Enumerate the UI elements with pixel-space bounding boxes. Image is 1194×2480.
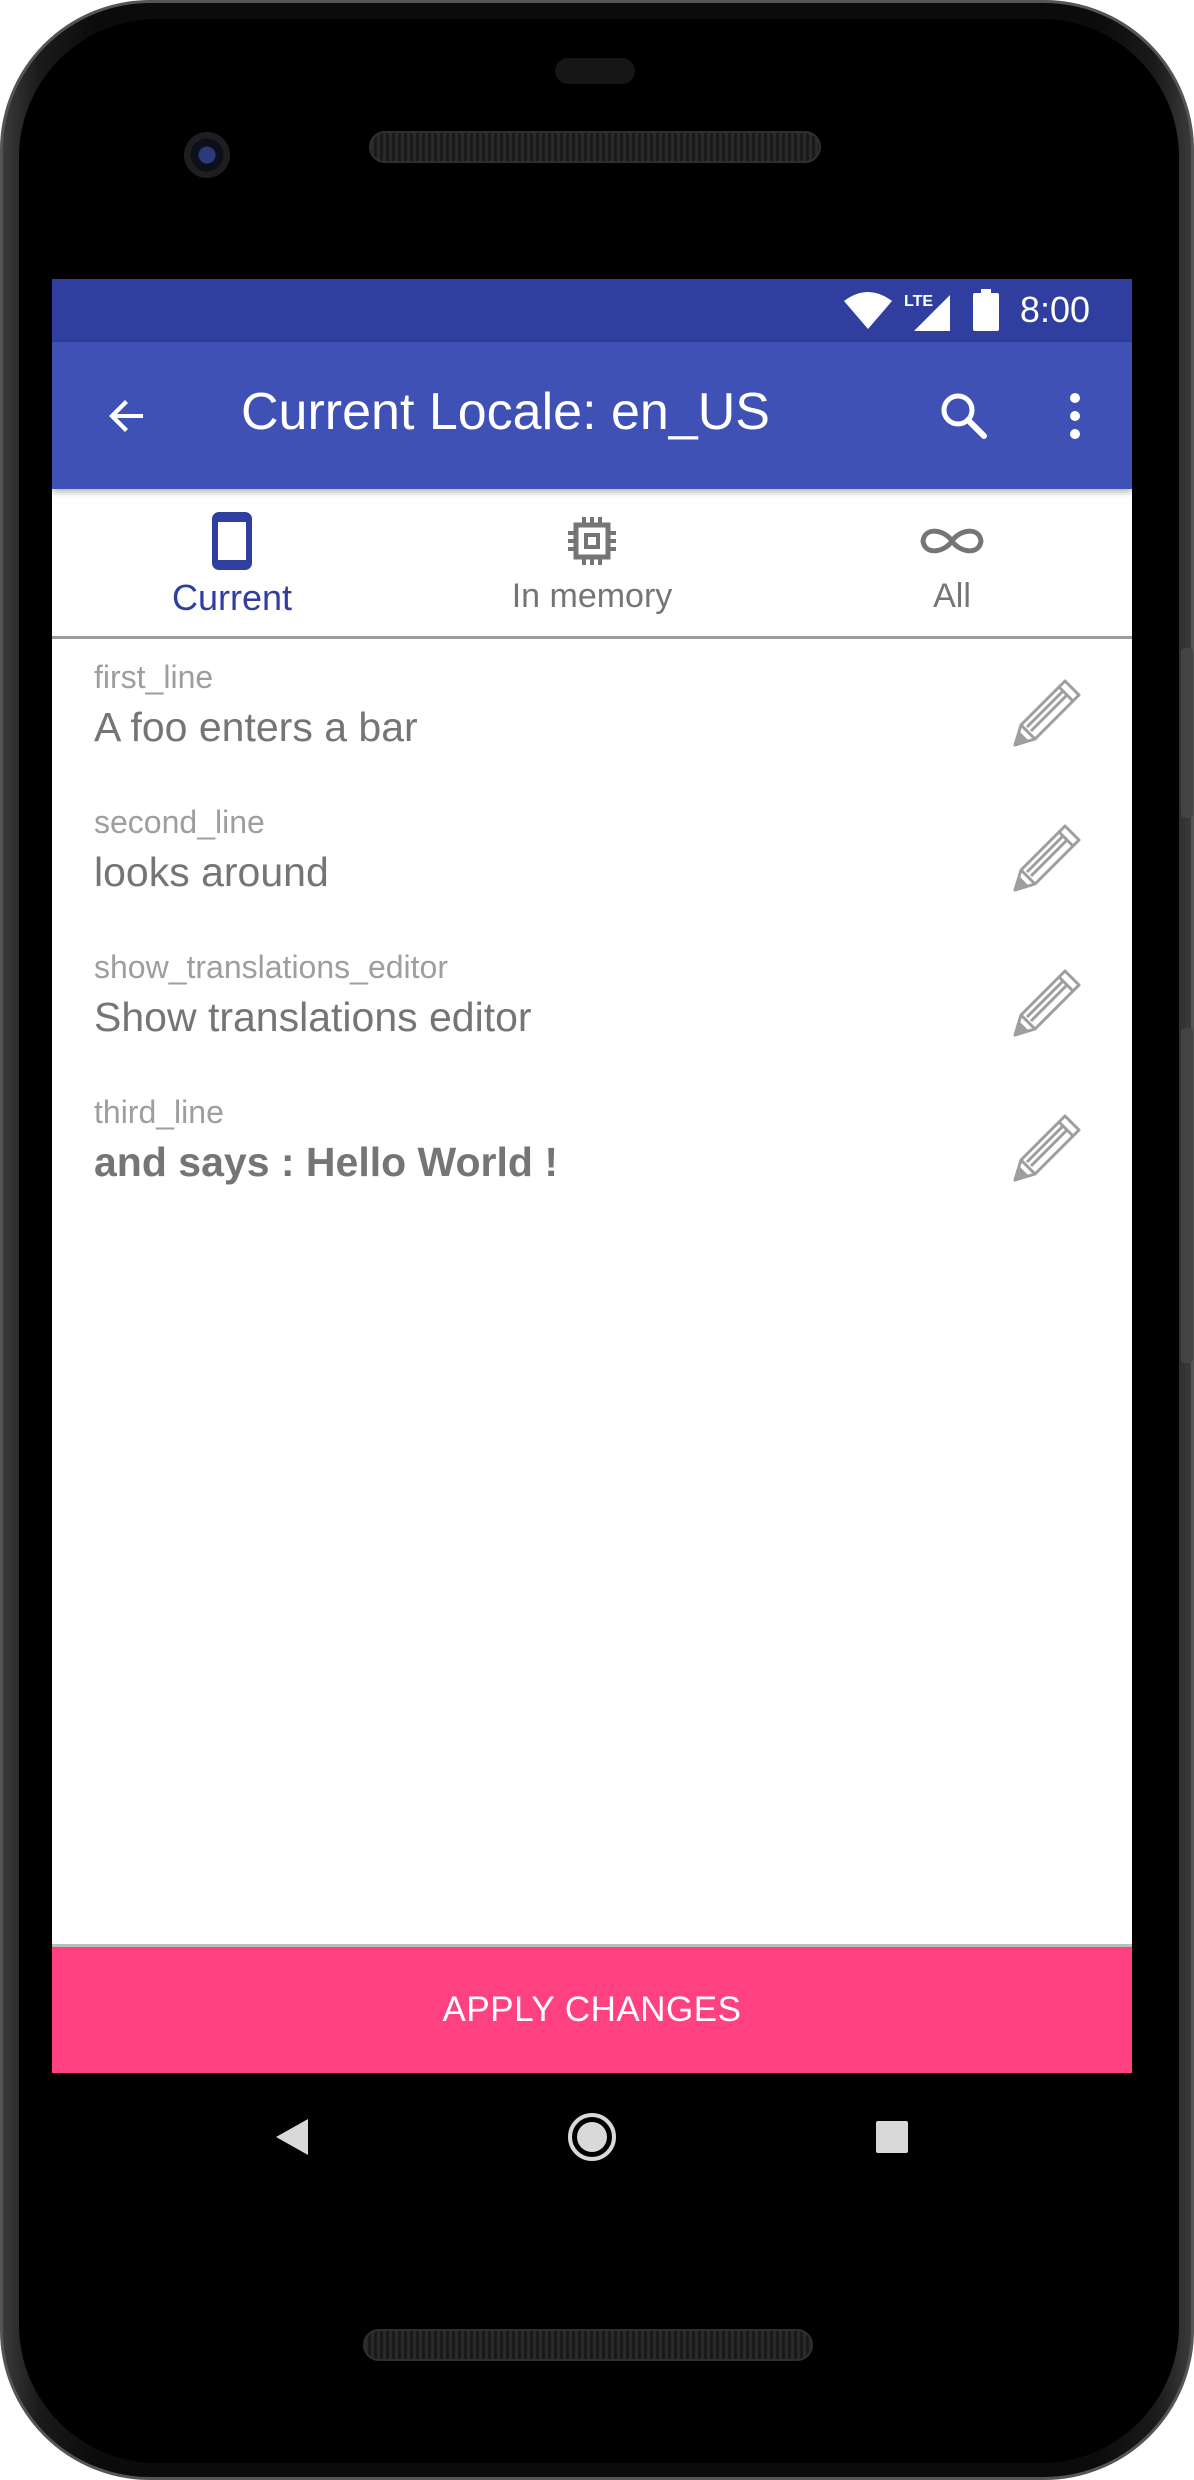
- more-options-button[interactable]: [1035, 376, 1115, 456]
- app-toolbar: Current Locale: en_US: [52, 342, 1132, 489]
- back-button[interactable]: [87, 376, 167, 456]
- tab-bar: Current In memory All: [52, 489, 1132, 639]
- nav-home-button[interactable]: [560, 2105, 624, 2169]
- power-button: [1181, 648, 1193, 818]
- tab-current-label: Current: [171, 577, 293, 618]
- arrow-back-icon: [109, 400, 143, 432]
- string-key: first_line: [94, 659, 214, 695]
- string-key: third_line: [94, 1094, 224, 1130]
- string-value: and says : Hello World !: [94, 1139, 558, 1185]
- pencil-icon[interactable]: [1007, 673, 1087, 753]
- triangle-back-icon: [276, 2119, 308, 2155]
- list-item[interactable]: third_line and says : Hello World !: [52, 1074, 1132, 1219]
- app-screen: LTE 8:00 Current Locale: en_US Current I…: [52, 279, 1132, 2073]
- tab-all[interactable]: All: [772, 489, 1132, 636]
- tab-in-memory-label: In memory: [511, 577, 673, 615]
- string-value: looks around: [94, 849, 329, 895]
- chip-icon: [568, 517, 616, 565]
- search-button[interactable]: [924, 376, 1004, 456]
- string-key: show_translations_editor: [94, 949, 448, 985]
- tab-current[interactable]: Current: [52, 489, 412, 636]
- list-item[interactable]: show_translations_editor Show translatio…: [52, 929, 1132, 1074]
- string-value: A foo enters a bar: [94, 704, 418, 750]
- nav-recents-button[interactable]: [860, 2105, 924, 2169]
- bottom-speaker-grille: [363, 2329, 813, 2361]
- system-nav-bar: [52, 2073, 1132, 2201]
- apply-changes-button[interactable]: APPLY CHANGES: [52, 1947, 1132, 2073]
- translation-list: first_line A foo enters a bar second_lin…: [52, 639, 1132, 1219]
- nav-back-button[interactable]: [260, 2105, 324, 2169]
- top-speaker-grille: [369, 131, 821, 163]
- list-item[interactable]: second_line looks around: [52, 784, 1132, 929]
- tab-in-memory[interactable]: In memory: [412, 489, 772, 636]
- string-key: second_line: [94, 804, 265, 840]
- more-vert-icon: [1070, 393, 1080, 439]
- pencil-icon[interactable]: [1007, 818, 1087, 898]
- tab-all-label: All: [933, 577, 971, 615]
- battery-icon: [973, 289, 999, 331]
- status-time: 8:00: [1019, 289, 1090, 330]
- status-bar: LTE 8:00: [52, 279, 1132, 342]
- search-icon: [941, 393, 987, 439]
- front-camera: [184, 132, 230, 178]
- string-value: Show translations editor: [94, 994, 532, 1040]
- pencil-icon[interactable]: [1007, 1108, 1087, 1188]
- earpiece: [555, 58, 635, 84]
- circle-home-icon: [568, 2113, 616, 2161]
- volume-button: [1181, 1028, 1193, 1363]
- signal-icon: [914, 295, 950, 331]
- pencil-icon[interactable]: [1007, 963, 1087, 1043]
- wifi-icon: [844, 292, 892, 329]
- phone-icon: [212, 512, 252, 570]
- toolbar-title: Current Locale: en_US: [241, 383, 770, 441]
- infinity-icon: [920, 528, 984, 554]
- square-recents-icon: [876, 2121, 908, 2153]
- list-item[interactable]: first_line A foo enters a bar: [52, 639, 1132, 784]
